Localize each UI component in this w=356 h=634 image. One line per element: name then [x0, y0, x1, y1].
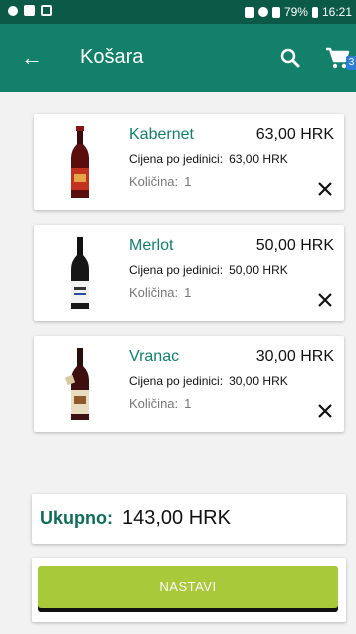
wine-bottle-image [71, 126, 89, 198]
quantity-value: 1 [184, 396, 192, 411]
screenshot-icon [41, 5, 52, 16]
item-name: Kabernet [129, 126, 194, 143]
battery-percent: 79% [283, 5, 308, 19]
close-icon [318, 404, 332, 418]
folder-icon [24, 5, 35, 16]
unit-price-label: Cijena po jedinici: [129, 263, 224, 277]
arrow-back-icon: ← [21, 45, 43, 70]
mute-icon [244, 6, 254, 18]
unit-price-row: Cijena po jedinici: 63,00 HRK [129, 152, 288, 166]
unit-price-row: Cijena po jedinici: 30,00 HRK [129, 374, 288, 388]
search-button[interactable] [272, 40, 308, 76]
quantity-value: 1 [184, 285, 192, 300]
unit-price-value: 50,00 HRK [229, 263, 288, 277]
continue-button[interactable]: NASTAVI [38, 566, 338, 608]
quantity-row: Količina: 1 [129, 396, 191, 411]
unit-price-row: Cijena po jedinici: 50,00 HRK [129, 263, 288, 277]
quantity-label: Količina: [129, 285, 179, 300]
item-name: Vranac [129, 348, 180, 365]
continue-panel: NASTAVI [32, 558, 346, 622]
battery-icon [311, 6, 318, 18]
quantity-value: 1 [184, 174, 192, 189]
total-value: 143,00 HRK [122, 507, 231, 529]
quantity-label: Količina: [129, 396, 179, 411]
cart-count-badge: 3 [346, 56, 356, 70]
unit-price-label: Cijena po jedinici: [129, 374, 224, 388]
cart-item[interactable]: Vranac 30,00 HRK Cijena po jedinici: 30,0… [34, 336, 344, 432]
total-label: Ukupno: [40, 508, 113, 528]
status-bar: 79% 16:21 [0, 0, 356, 24]
wine-bottle-image [71, 237, 89, 309]
page-title: Košara [80, 46, 144, 68]
search-icon [280, 48, 300, 68]
total-box: Ukupno: 143,00 HRK [32, 494, 346, 544]
item-price: 50,00 HRK [255, 237, 334, 254]
item-price: 63,00 HRK [255, 126, 334, 143]
remove-item-button[interactable] [314, 289, 336, 311]
back-button[interactable]: ← [14, 40, 50, 76]
close-icon [318, 293, 332, 307]
signal-icon [271, 6, 280, 18]
close-icon [318, 182, 332, 196]
app-bar: ← Košara 3 [0, 24, 356, 92]
clock: 16:21 [321, 5, 352, 19]
remove-item-button[interactable] [314, 178, 336, 200]
wine-bottle-image [64, 348, 89, 420]
item-name: Merlot [129, 237, 174, 254]
quantity-row: Količina: 1 [129, 285, 191, 300]
unit-price-value: 30,00 HRK [229, 374, 288, 388]
usb-icon [8, 5, 18, 16]
item-price: 30,00 HRK [255, 348, 334, 365]
cart-item[interactable]: Kabernet 63,00 HRK Cijena po jedinici: 63… [34, 114, 344, 210]
remove-item-button[interactable] [314, 400, 336, 422]
wifi-icon [257, 7, 268, 17]
unit-price-label: Cijena po jedinici: [129, 152, 224, 166]
notification-icons [8, 5, 52, 16]
cart-item[interactable]: Merlot 50,00 HRK Cijena po jedinici: 50,0… [34, 225, 344, 321]
quantity-label: Količina: [129, 174, 179, 189]
system-icons: 79% 16:21 [244, 5, 352, 19]
unit-price-value: 63,00 HRK [229, 152, 288, 166]
quantity-row: Količina: 1 [129, 174, 191, 189]
